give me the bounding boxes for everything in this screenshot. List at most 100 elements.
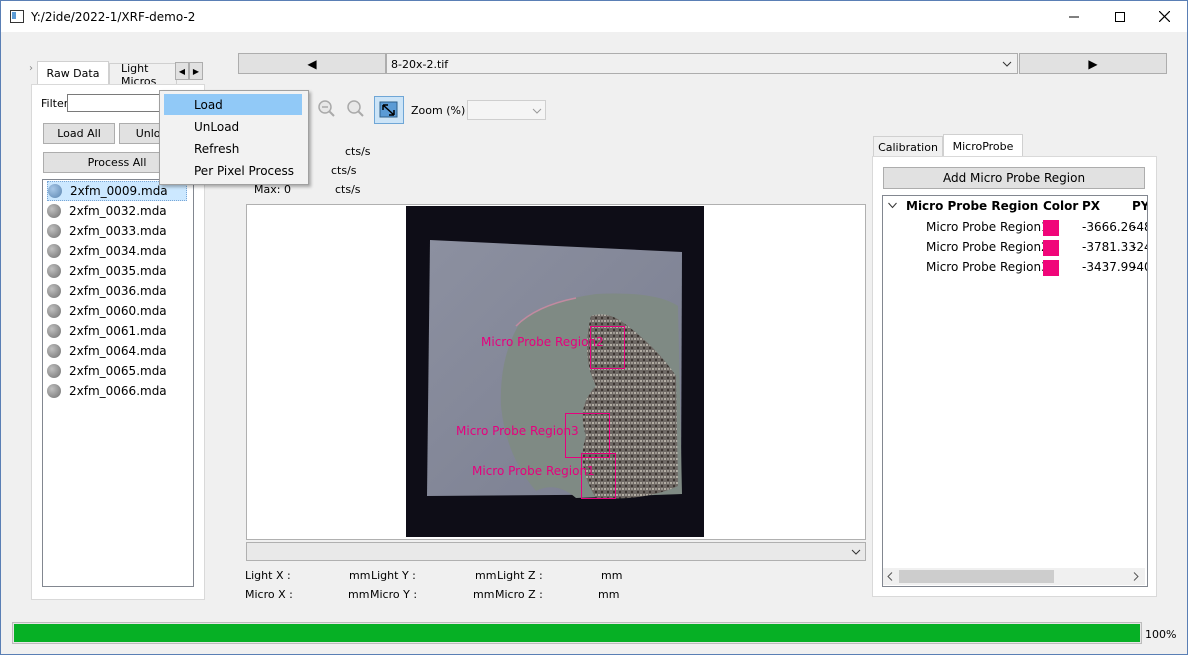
file-status-icon xyxy=(47,344,61,358)
menu-item-per-pixel-process[interactable]: Per Pixel Process xyxy=(164,160,302,181)
minimize-icon xyxy=(1069,16,1079,17)
file-list-item[interactable]: 2xfm_0033.mda xyxy=(47,221,187,241)
max-unit: cts/s xyxy=(335,183,361,196)
light-z-label: Light Z : xyxy=(497,569,543,582)
scrollbar-thumb[interactable] xyxy=(899,570,1054,583)
region-py: -40 xyxy=(1132,260,1147,274)
file-list-item[interactable]: 2xfm_0060.mda xyxy=(47,301,187,321)
region-name: Micro Probe Region2 xyxy=(926,240,1049,254)
light-x-label: Light X : xyxy=(245,569,291,582)
file-list-item[interactable]: 2xfm_0064.mda xyxy=(47,341,187,361)
fit-to-view-button[interactable] xyxy=(374,96,404,124)
chevron-down-icon xyxy=(888,202,897,209)
tab-scroll-right-button[interactable]: ▶ xyxy=(189,62,203,80)
arrow-left-icon: ◀ xyxy=(178,66,186,76)
zoom-select[interactable] xyxy=(467,100,546,120)
file-list-item[interactable]: 2xfm_0034.mda xyxy=(47,241,187,261)
file-list-item[interactable]: 2xfm_0061.mda xyxy=(47,321,187,341)
tab-scroll-left-button[interactable]: ◀ xyxy=(175,62,189,80)
add-region-button[interactable]: Add Micro Probe Region xyxy=(883,167,1145,189)
micro-x-label: Micro X : xyxy=(245,588,293,601)
chevron-down-icon xyxy=(532,108,542,114)
file-list-item[interactable]: 2xfm_0036.mda xyxy=(47,281,187,301)
menu-item-load[interactable]: Load xyxy=(164,94,302,115)
max-value: 0 xyxy=(284,183,291,196)
tab-calibration[interactable]: Calibration xyxy=(873,136,943,157)
file-status-icon xyxy=(47,364,61,378)
tab-microprobe[interactable]: MicroProbe xyxy=(943,134,1023,157)
file-name: 2xfm_0036.mda xyxy=(69,284,167,298)
load-all-button[interactable]: Load All xyxy=(43,123,115,144)
region-px: -3437.99 xyxy=(1082,260,1136,274)
file-list-item[interactable]: 2xfm_0065.mda xyxy=(47,361,187,381)
file-name: 2xfm_0066.mda xyxy=(69,384,167,398)
file-status-icon xyxy=(47,224,61,238)
stat-line2-unit: cts/s xyxy=(331,164,357,177)
chevron-down-icon xyxy=(851,549,861,555)
arrow-right-icon xyxy=(1133,572,1139,581)
file-status-icon xyxy=(47,384,61,398)
window-title: Y:/2ide/2022-1/XRF-demo-2 xyxy=(31,10,196,24)
file-list-item[interactable]: 2xfm_0066.mda xyxy=(47,381,187,401)
region-label-3: Micro Probe Region3 xyxy=(456,424,579,438)
region-px: -3781.33 xyxy=(1082,240,1136,254)
image-view[interactable]: Micro Probe Region2 Micro Probe Region3 … xyxy=(246,204,866,540)
zoom-in-icon xyxy=(347,100,364,117)
maximize-button[interactable] xyxy=(1097,1,1143,32)
next-image-button[interactable]: ▶ xyxy=(1019,53,1167,74)
close-button[interactable] xyxy=(1141,1,1187,32)
max-label: Max: xyxy=(254,183,281,196)
tree-row[interactable]: Micro Probe Region2 -3781.33-24 xyxy=(883,238,1147,258)
main-window: Y:/2ide/2022-1/XRF-demo-2 › Raw Data Lig… xyxy=(0,0,1188,655)
region-name: Micro Probe Region3 xyxy=(926,260,1049,274)
file-list[interactable]: 2xfm_0009.mda 2xfm_0032.mda 2xfm_0033.mda 2… xyxy=(42,179,194,587)
menu-item-unload[interactable]: UnLoad xyxy=(164,116,302,137)
previous-image-button[interactable]: ◀ xyxy=(238,53,386,74)
tree-horizontal-scrollbar[interactable] xyxy=(883,568,1145,585)
region-color-swatch[interactable] xyxy=(1043,240,1059,256)
tree-header-px: PX xyxy=(1082,199,1101,213)
region-color-swatch[interactable] xyxy=(1043,220,1059,236)
progress-bar xyxy=(12,622,1142,644)
filter-input[interactable] xyxy=(67,94,161,112)
region-label-2: Micro Probe Region2 xyxy=(481,335,604,349)
minimize-button[interactable] xyxy=(1051,1,1097,32)
tab-scroll-indicator: › xyxy=(29,63,33,74)
micro-z-label: Micro Z : xyxy=(495,588,543,601)
region-color-swatch[interactable] xyxy=(1043,260,1059,276)
element-selector[interactable] xyxy=(246,542,866,561)
file-name: 2xfm_0032.mda xyxy=(69,204,167,218)
file-name: 2xfm_0064.mda xyxy=(69,344,167,358)
chevron-down-icon xyxy=(1002,61,1012,67)
stat-line1-unit: cts/s xyxy=(345,145,371,158)
file-status-icon xyxy=(48,184,62,198)
zoom-out-button[interactable] xyxy=(315,98,337,120)
sample-image xyxy=(427,240,682,499)
tab-light-microscope[interactable]: Light Micros xyxy=(109,63,177,85)
tree-row[interactable]: Micro Probe Region3 -3437.99-40 xyxy=(883,258,1147,278)
light-x-unit: mm xyxy=(349,569,371,582)
file-list-item[interactable]: 2xfm_0032.mda xyxy=(47,201,187,221)
fit-view-icon xyxy=(379,101,398,118)
file-list-item[interactable]: 2xfm_0035.mda xyxy=(47,261,187,281)
zoom-in-button[interactable] xyxy=(344,98,366,120)
region-py: -24 xyxy=(1132,240,1147,254)
filter-label: Filter xyxy=(41,97,69,110)
file-name: 2xfm_0035.mda xyxy=(69,264,167,278)
tree-header-color: Color xyxy=(1043,199,1079,213)
tab-raw-data[interactable]: Raw Data xyxy=(37,61,109,85)
region-px: -3666.26 xyxy=(1082,220,1136,234)
micro-x-unit: mm xyxy=(348,588,370,601)
app-icon xyxy=(10,10,24,23)
light-y-label: Light Y : xyxy=(371,569,416,582)
tree-row[interactable]: Micro Probe Region1 -3666.26-48 xyxy=(883,218,1147,238)
progress-fill xyxy=(14,624,1140,642)
image-selector-value: 8-20x-2.tif xyxy=(391,58,449,71)
maximize-icon xyxy=(1115,11,1125,22)
file-status-icon xyxy=(47,204,61,218)
micro-y-unit: mm xyxy=(473,588,495,601)
menu-item-refresh[interactable]: Refresh xyxy=(164,138,302,159)
image-selector[interactable]: 8-20x-2.tif xyxy=(386,53,1018,74)
region-tree[interactable]: Micro Probe Region Color PX PY Micro Pro… xyxy=(882,195,1148,587)
file-name: 2xfm_0034.mda xyxy=(69,244,167,258)
